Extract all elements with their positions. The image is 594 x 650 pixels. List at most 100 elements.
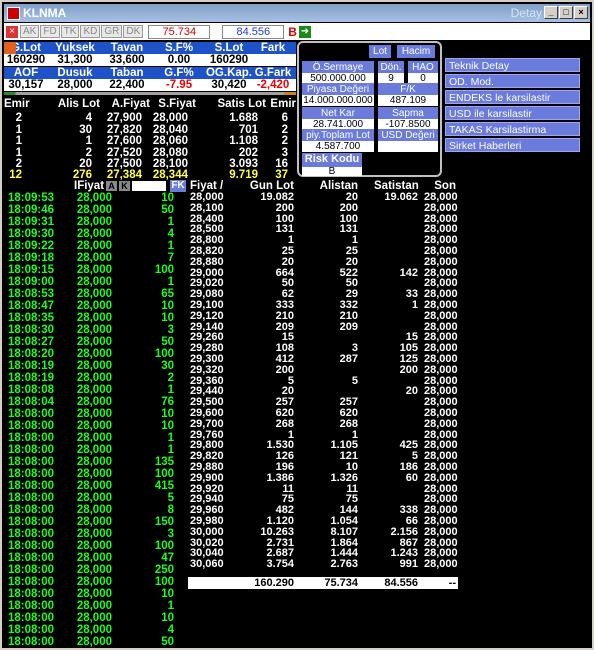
maximize-button[interactable]: □	[559, 6, 573, 19]
close-button[interactable]: ×	[574, 6, 588, 19]
usd-degeri-value	[378, 141, 438, 152]
arrow-right-icon[interactable]: ➜	[298, 25, 311, 38]
trade-time: 18:08:47	[8, 300, 55, 312]
tab-fd[interactable]: FD	[40, 25, 60, 38]
trade-time: 18:09:18	[8, 252, 55, 264]
trade-price: 28,000	[76, 300, 112, 312]
trade-lot: 1	[167, 432, 174, 444]
trade-time: 18:09:00	[8, 276, 55, 288]
trade-lot: 100	[154, 540, 174, 552]
trade-time: 18:08:00	[8, 444, 55, 456]
trade-time: 18:08:00	[8, 576, 55, 588]
side-menu-item[interactable]: USD ile karsilastir	[445, 106, 580, 120]
summary-grid: G.Lot Yuksek Tavan S.F% S.Lot Fark 160290 31,30…	[4, 42, 296, 95]
levels-cell: 28,000	[424, 558, 458, 571]
filter-a-button[interactable]: A	[106, 181, 117, 191]
side-menu-item[interactable]: OD. Mod.	[445, 74, 580, 88]
tab-gr[interactable]: GR	[101, 25, 123, 38]
trade-time: 18:08:00	[8, 432, 55, 444]
depth-grid: Emir Alis Lot A.Fiyat S.Fiyat Satis Lot Emir 2…	[4, 98, 296, 181]
close-icon[interactable]: ×	[6, 25, 18, 38]
filter-k-button[interactable]: K	[119, 181, 130, 191]
trade-price: 28,000	[76, 336, 112, 348]
tab-tk[interactable]: TK	[60, 25, 80, 38]
trade-time: 18:08:00	[8, 468, 55, 480]
trade-price: 28,000	[76, 564, 112, 576]
trade-lot: 135	[154, 456, 174, 468]
trade-time: 18:08:19	[8, 360, 55, 372]
summary-cell: S.F%	[154, 42, 204, 54]
trade-lot: 7	[167, 252, 174, 264]
trade-time: 18:08:00	[8, 540, 55, 552]
trade-time: 18:08:35	[8, 312, 55, 324]
trade-lot: 1	[167, 240, 174, 252]
trade-lot: 76	[161, 396, 174, 408]
tab-dk[interactable]: DK	[123, 25, 144, 38]
trade-price: 28,000	[76, 408, 112, 420]
depth-cell: 28,080	[152, 146, 188, 159]
depth-cell: 2	[281, 135, 288, 147]
depth-header: Emir	[4, 98, 30, 110]
price-levels-table: Fiyat / Gun Lot Alistan Satistan Son 28,000 19…	[188, 180, 458, 592]
trade-price: 28,000	[76, 600, 112, 612]
levels-cell: 991	[399, 558, 418, 571]
summary-cell: G.F%	[154, 67, 204, 79]
depth-cell: 1.108	[229, 135, 258, 147]
depth-cell: 1	[15, 135, 22, 147]
hacim-button[interactable]: Hacim	[397, 45, 435, 58]
side-menu-item[interactable]: TAKAS Karsilastirma	[445, 122, 580, 136]
levels-cell: 60	[405, 471, 418, 484]
trade-time: 18:08:08	[8, 384, 55, 396]
levels-cell: 142	[399, 266, 418, 279]
trade-lot: 3	[167, 324, 174, 336]
filter-input[interactable]	[132, 181, 166, 191]
side-menu-item[interactable]: Sirket Haberleri	[445, 138, 580, 152]
sell-total-field[interactable]: 75.734	[148, 24, 211, 39]
trade-lot: 100	[154, 468, 174, 480]
trade-lot: 250	[154, 564, 174, 576]
trade-time: 18:08:00	[8, 516, 55, 528]
trade-time: 18:09:46	[8, 204, 55, 216]
summary-cell: S.Lot	[204, 42, 254, 54]
levels-cell: 200	[275, 363, 294, 376]
trade-price: 28,000	[76, 588, 112, 600]
trade-price: 28,000	[76, 624, 112, 636]
levels-cell: 5	[351, 374, 358, 387]
trade-lot: 10	[161, 300, 174, 312]
summary-cell: Yuksek	[50, 42, 100, 54]
side-menu-item[interactable]: Teknik Detay	[445, 58, 580, 72]
trade-lot: 1	[167, 600, 174, 612]
depth-cell: 3	[281, 146, 288, 159]
trade-time: 18:08:53	[8, 288, 55, 300]
tab-kd[interactable]: KD	[80, 25, 101, 38]
trade-price: 28,000	[76, 456, 112, 468]
side-menu-item[interactable]: ENDEKS le karsilastir	[445, 90, 580, 104]
trade-price: 28,000	[76, 516, 112, 528]
fk-button[interactable]: FK	[170, 180, 186, 192]
summary-cell	[254, 54, 292, 66]
minimize-button[interactable]: _	[544, 6, 558, 19]
tab-ak[interactable]: AK	[20, 25, 40, 38]
trade-price: 28,000	[76, 384, 112, 396]
trade-price: 28,000	[76, 576, 112, 588]
depth-cell: 701	[238, 123, 258, 136]
b-label[interactable]: B	[288, 24, 297, 39]
summary-cell: 22,400	[100, 79, 154, 91]
trade-price: 28,000	[76, 492, 112, 504]
summary-cell: -7.95	[154, 79, 204, 91]
trade-time: 18:08:00	[8, 612, 55, 624]
levels-cell: 19.062	[384, 191, 418, 203]
buy-total-field[interactable]: 84.556	[222, 24, 285, 39]
trade-time: 18:08:00	[8, 624, 55, 636]
trade-lot: 10	[161, 588, 174, 600]
trade-lot: 10	[161, 408, 174, 420]
trade-lot: 1	[167, 216, 174, 228]
trade-price: 28,000	[76, 324, 112, 336]
lot-button[interactable]: Lot	[369, 45, 391, 58]
trade-lot: 10	[161, 612, 174, 624]
trade-lot: 415	[154, 480, 174, 492]
trade-time: 18:09:31	[8, 216, 55, 228]
trade-price: 28,000	[76, 504, 112, 516]
trade-price: 28,000	[76, 240, 112, 252]
trade-price: 28,000	[76, 192, 112, 204]
